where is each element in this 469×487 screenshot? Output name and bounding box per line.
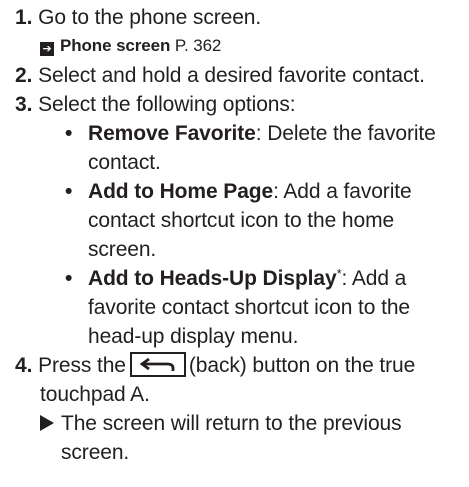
- step-number: 2.: [15, 64, 33, 87]
- option-desc-line: head-up display menu.: [88, 325, 299, 348]
- option-title: Add to Heads-Up Display: [88, 267, 337, 290]
- right-arrow-box-icon: ➔: [40, 42, 54, 56]
- step-text: Select and hold a desired favorite conta…: [38, 64, 425, 87]
- result-triangle-icon: [40, 415, 54, 431]
- bullet-icon: •: [65, 180, 73, 203]
- step-text: Select the following options:: [38, 93, 296, 116]
- step-2: 2. Select and hold a desired favorite co…: [15, 61, 425, 90]
- option-desc-line: screen.: [88, 238, 157, 261]
- step-3: 3. Select the following options:: [15, 90, 296, 119]
- option-desc: : Add a: [341, 267, 407, 290]
- back-arrow-icon: [139, 357, 175, 371]
- option-desc-line: contact shortcut icon to the home: [88, 209, 395, 232]
- step-4-line-2: touchpad A.: [40, 383, 150, 406]
- option-desc: : Delete the favorite: [255, 122, 436, 145]
- manual-page: 1. Go to the phone screen. ➔ Phone screen…: [0, 0, 469, 487]
- cross-reference[interactable]: ➔ Phone screen P. 362: [40, 34, 221, 58]
- bullet-icon: •: [65, 267, 73, 290]
- option-title: Remove Favorite: [88, 122, 256, 145]
- step-text: Press the: [38, 354, 126, 377]
- result-text: The screen will return to the previous: [61, 412, 402, 435]
- bullet-icon: •: [65, 122, 73, 145]
- result-line-1: The screen will return to the previous: [40, 409, 402, 438]
- step-1: 1. Go to the phone screen.: [15, 3, 261, 32]
- reference-label: Phone screen: [60, 36, 171, 55]
- step-text-continued: (back) button on the true: [188, 354, 416, 377]
- option-desc-line: favorite contact shortcut icon to the: [88, 296, 410, 319]
- step-number: 4.: [15, 354, 33, 377]
- option-desc: : Add a favorite: [273, 180, 412, 203]
- back-button-icon: [129, 352, 186, 377]
- option-remove-favorite: Remove Favorite: Delete the favorite: [88, 119, 436, 148]
- step-4: 4. Press the (back) button on the true: [15, 351, 415, 380]
- option-desc-line: contact.: [88, 151, 161, 174]
- step-text: Go to the phone screen.: [38, 6, 262, 29]
- option-title: Add to Home Page: [88, 180, 274, 203]
- result-line-2: screen.: [61, 441, 130, 464]
- option-add-to-home-page: Add to Home Page: Add a favorite: [88, 177, 412, 206]
- step-number: 3.: [15, 93, 33, 116]
- option-add-to-heads-up-display: Add to Heads-Up Display*: Add a: [88, 264, 406, 293]
- reference-page: P. 362: [174, 36, 222, 55]
- step-number: 1.: [15, 6, 33, 29]
